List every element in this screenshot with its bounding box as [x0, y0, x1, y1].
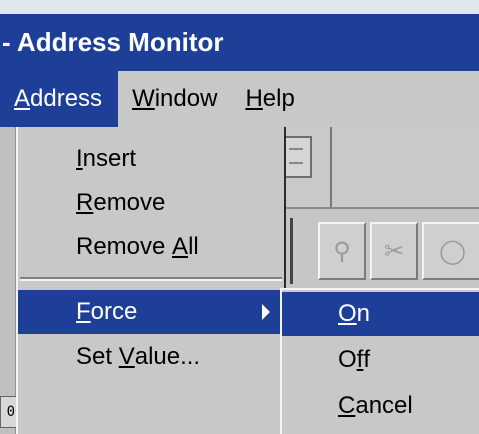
toolbar-separator — [330, 127, 332, 207]
zoom-button[interactable]: ⚲ — [318, 222, 366, 280]
remove-all-key: A — [172, 233, 189, 260]
title-bar[interactable]: - Address Monitor — [0, 14, 479, 71]
submenu-arrow-icon — [262, 304, 270, 320]
submenu-item-off[interactable]: Off — [282, 338, 479, 382]
desktop-strip — [0, 0, 479, 14]
force-key: F — [76, 298, 91, 325]
toolbar-separator — [290, 218, 293, 284]
set-value-pre: Set — [76, 343, 119, 370]
menu-separator — [20, 277, 282, 281]
menu-address[interactable]: Address — [0, 71, 119, 127]
scissors-icon: ✂ — [383, 237, 405, 265]
menu-help[interactable]: Help — [231, 71, 308, 127]
menu-window[interactable]: Window — [118, 71, 231, 127]
remove-rest: emove — [93, 189, 166, 216]
toolbar-icon: ◯ — [439, 237, 466, 265]
menu-window-rest: indow — [154, 85, 218, 112]
window-title: - Address Monitor — [2, 27, 224, 57]
on-rest: n — [356, 300, 371, 327]
zoom-icon: ⚲ — [333, 237, 351, 265]
menu-bar: Address Window Help — [0, 71, 479, 127]
cancel-rest: ancel — [355, 392, 413, 419]
set-value-key: V — [118, 343, 135, 370]
window-edge — [0, 127, 16, 434]
menu-item-set-value[interactable]: Set Value... — [18, 335, 284, 379]
menu-help-rest: elp — [262, 85, 295, 112]
menu-item-insert[interactable]: Insert — [18, 137, 284, 181]
force-submenu: On Off Cancel — [280, 288, 479, 434]
off-key: f — [356, 346, 364, 373]
remove-all-rest: ll — [188, 233, 199, 260]
menu-address-key: A — [14, 85, 31, 112]
remove-key: R — [76, 189, 94, 216]
on-key: O — [338, 300, 357, 327]
force-rest: orce — [90, 298, 138, 325]
cancel-key: C — [338, 392, 356, 419]
submenu-item-cancel[interactable]: Cancel — [282, 384, 479, 428]
submenu-item-on[interactable]: On — [282, 292, 479, 336]
menu-item-remove[interactable]: Remove — [18, 181, 284, 225]
menu-item-remove-all[interactable]: Remove All — [18, 225, 284, 269]
off-rest: f — [363, 346, 371, 373]
set-value-rest: alue... — [134, 343, 201, 370]
remove-all-pre: Remove — [76, 233, 173, 260]
menu-address-rest: ddress — [30, 85, 103, 112]
menu-window-key: W — [132, 85, 155, 112]
cut-button[interactable]: ✂ — [370, 222, 418, 280]
insert-rest: nsert — [82, 145, 137, 172]
address-menu: Insert Remove Remove All Force Set Value… — [16, 127, 286, 434]
menu-item-force[interactable]: Force — [18, 290, 284, 334]
toolbar-button[interactable]: ◯ — [422, 222, 479, 280]
page-icon[interactable] — [282, 136, 312, 178]
menu-help-key: H — [245, 85, 263, 112]
off-pre: O — [338, 346, 357, 373]
insert-key: I — [76, 145, 83, 172]
